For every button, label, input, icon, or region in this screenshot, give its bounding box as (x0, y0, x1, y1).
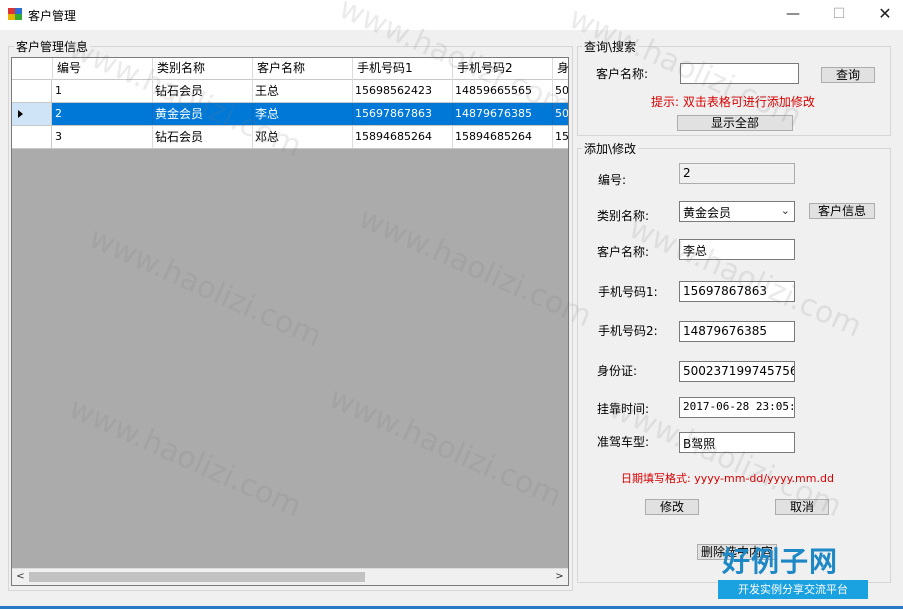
phone1-label: 手机号码1: (598, 285, 658, 299)
row-header[interactable] (12, 80, 52, 102)
customer-info-group-title: 客户管理信息 (14, 38, 91, 55)
category-select[interactable]: 黄金会员 ⌄ (679, 201, 795, 222)
id-label: 编号: (598, 173, 627, 187)
maximize-button[interactable]: ☐ (816, 0, 862, 30)
cell-id-card[interactable]: 150 (553, 126, 568, 148)
edit-group-title: 添加\修改 (582, 140, 639, 157)
cell-id[interactable]: 2 (53, 103, 153, 125)
window-title: 客户管理 (28, 9, 77, 23)
horizontal-scrollbar[interactable]: < > (12, 568, 568, 585)
table-row-selected[interactable]: 2 黄金会员 李总 15697867863 14879676385 500 (12, 103, 568, 126)
customer-name-label: 客户名称: (597, 245, 650, 259)
category-select-value: 黄金会员 (683, 206, 732, 220)
cell-id[interactable]: 1 (53, 80, 153, 102)
license-type-field[interactable]: B驾照 (679, 432, 795, 453)
customer-info-button[interactable]: 客户信息 (809, 203, 875, 219)
date-format-hint: 日期填写格式: yyyy-mm-dd/yyyy.mm.dd (621, 472, 834, 485)
cell-category[interactable]: 钻石会员 (153, 126, 253, 148)
brand-tagline: 开发实例分享交流平台 (718, 580, 868, 599)
app-icon (8, 8, 22, 20)
grid-corner-header (12, 58, 53, 80)
show-all-button[interactable]: 显示全部 (677, 115, 793, 131)
brand-logo: 好例子网 开发实例分享交流平台 (718, 540, 873, 600)
minimize-button[interactable]: — (770, 0, 816, 30)
phone1-field[interactable]: 15697867863 (679, 281, 795, 302)
column-header-id-card[interactable]: 身 (553, 58, 568, 80)
cell-phone1[interactable]: 15698562423 (353, 80, 453, 102)
cancel-button[interactable]: 取消 (775, 499, 829, 515)
customer-name-field[interactable]: 李总 (679, 239, 795, 260)
search-hint-text: 提示: 双击表格可进行添加修改 (651, 95, 815, 109)
id-card-field[interactable]: 500237199745756268 (679, 361, 795, 382)
scroll-thumb[interactable] (29, 572, 365, 582)
search-name-label: 客户名称: (596, 67, 649, 81)
column-header-category[interactable]: 类别名称 (153, 58, 253, 80)
cell-phone1[interactable]: 15894685264 (353, 126, 453, 148)
grid-header: 编号 类别名称 客户名称 手机号码1 手机号码2 身 (12, 58, 568, 80)
cell-customer-name[interactable]: 王总 (253, 80, 353, 102)
cell-customer-name[interactable]: 邓总 (253, 126, 353, 148)
column-header-id[interactable]: 编号 (53, 58, 153, 80)
current-row-arrow-icon (18, 110, 23, 118)
search-button[interactable]: 查询 (821, 67, 875, 83)
column-header-phone2[interactable]: 手机号码2 (453, 58, 553, 80)
cell-category[interactable]: 黄金会员 (153, 103, 253, 125)
phone2-field[interactable]: 14879676385 (679, 321, 795, 342)
cell-phone2[interactable]: 14879676385 (453, 103, 553, 125)
cell-category[interactable]: 钻石会员 (153, 80, 253, 102)
column-header-phone1[interactable]: 手机号码1 (353, 58, 453, 80)
attach-time-field[interactable]: 2017-06-28 23:05:4 (679, 397, 795, 418)
cell-phone1[interactable]: 15697867863 (353, 103, 453, 125)
cell-id[interactable]: 3 (53, 126, 153, 148)
search-group-title: 查询\搜索 (582, 38, 639, 55)
scroll-right-icon[interactable]: > (551, 569, 568, 585)
table-row[interactable]: 3 钻石会员 邓总 15894685264 15894685264 150 (12, 126, 568, 149)
modify-button[interactable]: 修改 (645, 499, 699, 515)
table-row[interactable]: 1 钻石会员 王总 15698562423 14859665565 500 (12, 80, 568, 103)
row-header[interactable] (12, 103, 52, 125)
id-card-label: 身份证: (597, 364, 638, 378)
chevron-down-icon[interactable]: ⌄ (781, 204, 790, 217)
cell-phone2[interactable]: 14859665565 (453, 80, 553, 102)
cell-id-card[interactable]: 500 (553, 80, 568, 102)
phone2-label: 手机号码2: (598, 324, 658, 338)
column-header-customer-name[interactable]: 客户名称 (253, 58, 353, 80)
search-name-input[interactable] (680, 63, 799, 84)
row-header[interactable] (12, 126, 52, 148)
scroll-left-icon[interactable]: < (12, 569, 29, 585)
title-bar: 客户管理 — ☐ ✕ (0, 0, 903, 30)
attach-time-label: 挂靠时间: (597, 402, 650, 416)
cell-customer-name[interactable]: 李总 (253, 103, 353, 125)
customer-data-grid[interactable]: 编号 类别名称 客户名称 手机号码1 手机号码2 身 1 钻石会员 王总 156… (11, 57, 569, 586)
id-field: 2 (679, 163, 795, 184)
brand-name: 好例子网 (722, 545, 839, 578)
category-label: 类别名称: (597, 209, 650, 223)
close-button[interactable]: ✕ (862, 0, 903, 30)
license-type-label: 准驾车型: (597, 435, 650, 449)
cell-id-card[interactable]: 500 (553, 103, 568, 125)
cell-phone2[interactable]: 15894685264 (453, 126, 553, 148)
